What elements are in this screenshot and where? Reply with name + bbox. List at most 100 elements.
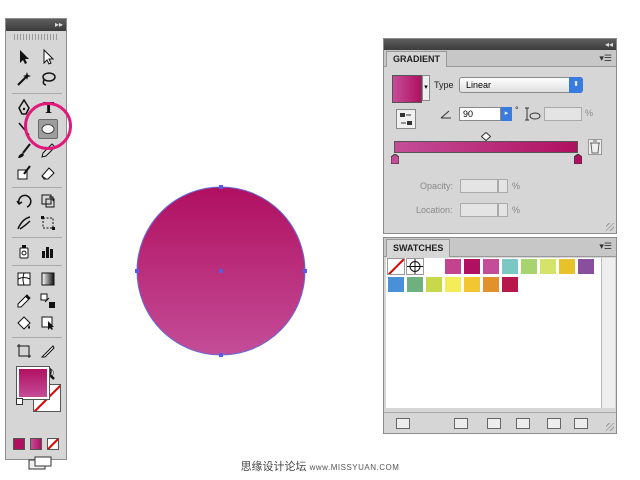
panel-grip[interactable] — [14, 34, 58, 40]
midpoint-diamond-icon[interactable] — [481, 132, 491, 141]
scale-tool[interactable] — [38, 191, 58, 211]
rotate-tool[interactable] — [14, 191, 34, 211]
color-swatch[interactable] — [463, 258, 481, 275]
zoom-tool[interactable] — [38, 363, 58, 383]
selection-tool[interactable] — [14, 47, 34, 67]
gradient-circle[interactable] — [136, 186, 306, 356]
resize-grip[interactable] — [606, 423, 614, 431]
location-dropdown-arrow[interactable] — [498, 203, 508, 217]
lasso-tool[interactable] — [38, 69, 58, 89]
rotate-icon — [16, 194, 32, 208]
color-swatch[interactable] — [425, 258, 443, 275]
tool-separator — [12, 337, 62, 338]
gradient-tool[interactable] — [38, 269, 58, 289]
color-swatch[interactable] — [539, 258, 557, 275]
slice-tool[interactable] — [38, 341, 58, 361]
color-swatch[interactable] — [463, 276, 481, 293]
color-swatch[interactable] — [406, 276, 424, 293]
live-paint-bucket-tool[interactable] — [14, 313, 34, 333]
scale-icon — [41, 194, 55, 208]
angle-unit: ° — [515, 105, 519, 115]
symbol-sprayer-tool[interactable] — [14, 241, 34, 261]
show-swatch-kinds-button[interactable] — [454, 418, 468, 429]
swatch-scrollbar[interactable] — [601, 258, 615, 408]
color-swatch[interactable] — [425, 276, 443, 293]
location-unit: % — [512, 205, 521, 215]
color-swatch[interactable] — [501, 276, 519, 293]
panel-menu-icon[interactable]: ▾☰ — [599, 241, 612, 251]
registration-swatch[interactable] — [406, 258, 424, 275]
swatches-bottom-bar — [384, 412, 616, 433]
gradient-type-select[interactable]: Linear ⬍ — [459, 77, 583, 93]
gradient-icon — [41, 272, 55, 286]
mesh-tool[interactable] — [14, 269, 34, 289]
opacity-dropdown-arrow[interactable] — [498, 179, 508, 193]
color-swatch[interactable] — [577, 258, 595, 275]
gradient-stop-right[interactable] — [574, 154, 582, 164]
none-slash-icon — [388, 259, 404, 274]
color-swatch[interactable] — [520, 258, 538, 275]
collapse-icon[interactable]: ◂◂ — [605, 39, 613, 50]
location-label: Location: — [416, 205, 453, 215]
resize-grip[interactable] — [606, 223, 614, 231]
free-transform-tool[interactable] — [38, 213, 58, 233]
gradient-panel-titlebar[interactable]: ◂◂ — [384, 39, 616, 50]
delete-swatch-button[interactable] — [574, 418, 588, 429]
swatch-options-button[interactable] — [487, 418, 501, 429]
color-swatch[interactable] — [482, 258, 500, 275]
gradient-tab[interactable]: GRADIENT — [386, 51, 447, 67]
color-swatch[interactable] — [501, 258, 519, 275]
tools-panel-titlebar[interactable]: ▸▸ — [6, 19, 66, 31]
selection-arrow-icon — [20, 50, 29, 64]
direct-selection-tool[interactable] — [38, 47, 58, 67]
aspect-ratio-input[interactable] — [544, 107, 582, 121]
gradient-preview-dropdown[interactable]: ▾ — [422, 75, 430, 101]
lasso-icon — [42, 72, 56, 86]
gradient-preview-swatch[interactable] — [392, 75, 422, 103]
opacity-input[interactable] — [460, 179, 498, 193]
reverse-gradient-button[interactable] — [396, 109, 416, 129]
color-swatch[interactable] — [387, 276, 405, 293]
angle-input[interactable]: 90 — [459, 107, 501, 121]
symbol-sprayer-icon — [19, 245, 29, 259]
magnifier-icon — [41, 366, 55, 380]
color-swatch[interactable] — [444, 276, 462, 293]
crop-area-tool[interactable] — [14, 341, 34, 361]
color-swatch[interactable] — [444, 258, 462, 275]
slice-knife-icon — [40, 345, 55, 358]
blend-tool[interactable] — [38, 291, 58, 311]
gradient-stop-left[interactable] — [391, 154, 399, 164]
gradient-type-value: Linear — [466, 80, 492, 90]
new-color-group-button[interactable] — [516, 418, 530, 429]
new-swatch-button[interactable] — [547, 418, 561, 429]
chevron-down-icon: ▾ — [424, 84, 428, 91]
blob-brush-tool[interactable] — [14, 163, 34, 183]
angle-dropdown-arrow[interactable]: ▸ — [501, 107, 512, 121]
none-swatch[interactable] — [387, 258, 405, 275]
swatch-libraries-menu-button[interactable] — [396, 418, 410, 429]
warp-tool[interactable] — [14, 213, 34, 233]
paintbrush-tool[interactable] — [14, 141, 34, 161]
blend-icon — [40, 293, 55, 308]
trash-icon — [590, 140, 600, 154]
gradient-slider[interactable] — [394, 141, 578, 153]
location-input[interactable] — [460, 203, 498, 217]
tool-separator — [12, 237, 62, 238]
color-swatch[interactable] — [482, 276, 500, 293]
hand-tool[interactable] — [14, 363, 34, 383]
panel-menu-icon[interactable]: ▾☰ — [599, 53, 612, 63]
swatches-tab[interactable]: SWATCHES — [386, 239, 451, 257]
column-graph-tool[interactable] — [38, 241, 58, 261]
eyedropper-tool[interactable] — [14, 291, 34, 311]
live-paint-selection-icon — [41, 316, 54, 330]
color-swatch[interactable] — [558, 258, 576, 275]
tools-panel: ▸▸ T — [5, 18, 67, 460]
ellipse-tool-highlight-ring — [24, 102, 72, 150]
eraser-tool[interactable] — [38, 163, 58, 183]
magic-wand-tool[interactable] — [14, 69, 34, 89]
type-label: Type — [434, 80, 454, 90]
select-arrows-icon: ⬍ — [569, 77, 583, 93]
live-paint-selection-tool[interactable] — [38, 313, 58, 333]
delete-stop-button[interactable] — [588, 139, 602, 155]
collapse-icon[interactable]: ▸▸ — [55, 19, 63, 31]
